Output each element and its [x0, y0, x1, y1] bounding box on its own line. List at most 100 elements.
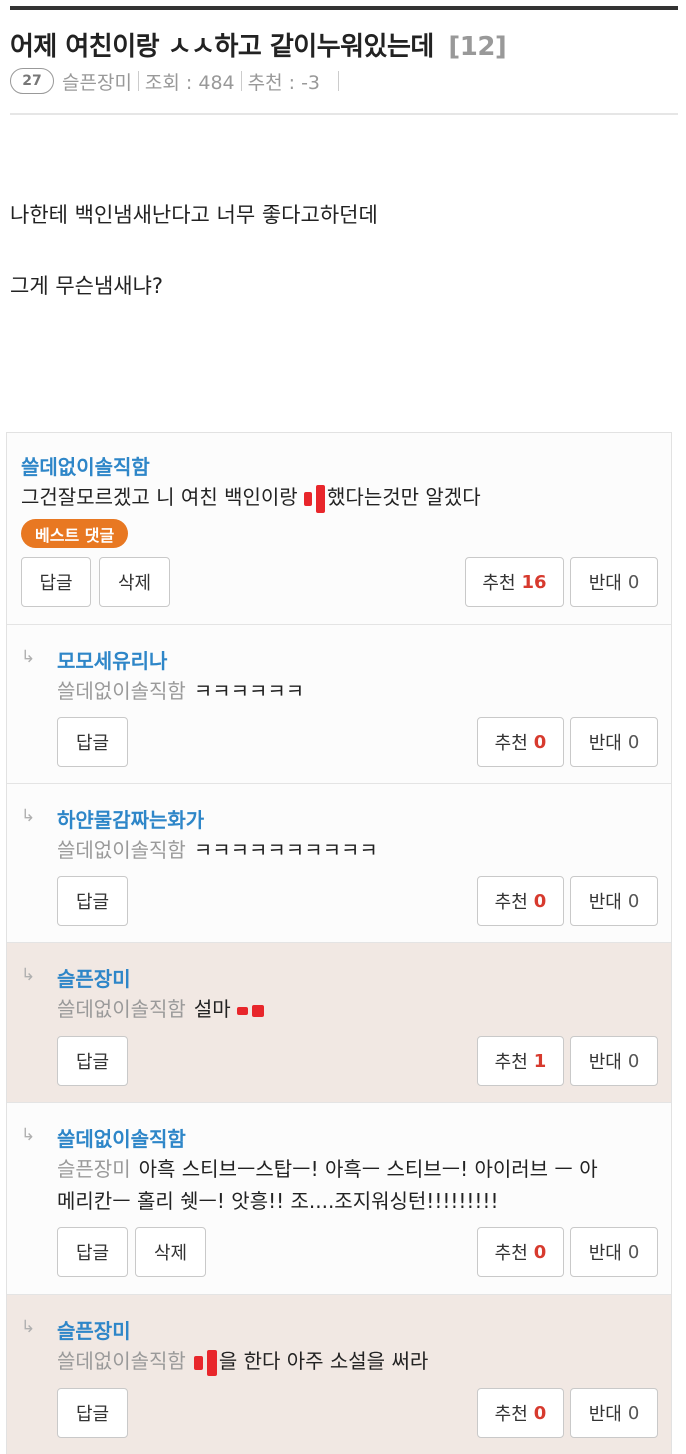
- upvote-button[interactable]: 추천 0: [477, 1227, 564, 1277]
- comment-text-part: 을 한다 아주 소설을 써라: [218, 1349, 429, 1373]
- comment-text-part: ㅋㅋㅋㅋㅋㅋㅋㅋㅋㅋ: [193, 838, 378, 862]
- delete-button[interactable]: 삭제: [135, 1227, 206, 1277]
- comment-author[interactable]: 슬픈장미: [57, 1315, 131, 1344]
- upvote-label: 추천: [494, 1243, 528, 1264]
- downvote-label: 반대: [588, 733, 622, 754]
- comment-author[interactable]: 하얀물감짜는화가: [57, 804, 204, 833]
- upvote-count: 1: [533, 1050, 547, 1072]
- comment-item: ↳ 모모세유리나 쓸데없이솔직함 ㅋㅋㅋㅋㅋㅋ 답글 추천 0 반대 0: [7, 625, 671, 784]
- comment-text: 쓸데없이솔직함 을 한다 아주 소설을 써라: [57, 1345, 428, 1377]
- upvote-count: 16: [521, 571, 547, 593]
- reply-mention: 쓸데없이솔직함: [57, 1349, 186, 1373]
- upvote-button[interactable]: 추천 0: [477, 876, 564, 926]
- comment-author[interactable]: 모모세유리나: [57, 645, 167, 674]
- downvote-button[interactable]: 반대 0: [570, 557, 658, 607]
- reply-button[interactable]: 답글: [21, 557, 91, 607]
- reply-mention: 쓸데없이솔직함: [57, 997, 186, 1021]
- comment-item: ↳ 하얀물감짜는화가 쓸데없이솔직함 ㅋㅋㅋㅋㅋㅋㅋㅋㅋㅋ 답글 추천 0 반대 0: [7, 784, 671, 943]
- upvote-count: 0: [533, 731, 547, 753]
- comment-text: 쓸데없이솔직함 설마: [57, 993, 264, 1025]
- reply-arrow-icon: ↳: [21, 1125, 36, 1145]
- comment-text: 쓸데없이솔직함 ㅋㅋㅋㅋㅋㅋ: [57, 675, 304, 707]
- censor-mark: [193, 1355, 203, 1370]
- downvote-count: 0: [627, 731, 640, 753]
- post-author[interactable]: 슬픈장미: [62, 68, 132, 95]
- post-title-text: 어제 여친이랑 ㅅㅅ하고 같이누워있는데: [10, 32, 434, 62]
- comment-text-line: 슬픈장미 아흑 스티브ㅡ스탑ㅡ! 아흑ㅡ 스티브ㅡ! 아이러브 ㅡ 아: [57, 1153, 598, 1185]
- censor-mark: [316, 484, 326, 513]
- upvote-count: 0: [533, 1241, 547, 1263]
- comment-text-part: 했다는것만 알겠다: [327, 485, 481, 509]
- comment-item: ↳ 슬픈장미 쓸데없이솔직함 설마 답글 추천 1 반대 0: [7, 943, 671, 1103]
- comment-text-part: 아흑 스티브ㅡ스탑ㅡ! 아흑ㅡ 스티브ㅡ! 아이러브 ㅡ 아: [138, 1157, 598, 1181]
- best-comment-badge: 베스트 댓글: [21, 519, 129, 548]
- comment-author[interactable]: 쓸데없이솔직함: [21, 451, 150, 480]
- reply-arrow-icon: ↳: [21, 965, 36, 985]
- downvote-count: 0: [627, 571, 640, 593]
- downvote-label: 반대: [588, 573, 622, 594]
- vote-count: 추천 : -3: [247, 71, 321, 94]
- comment-text-part: 설마: [193, 997, 237, 1021]
- level-badge: 27: [10, 68, 54, 94]
- downvote-label: 반대: [588, 892, 622, 913]
- downvote-button[interactable]: 반대 0: [570, 1036, 658, 1086]
- reply-mention: 쓸데없이솔직함: [57, 679, 186, 703]
- reply-mention: 쓸데없이솔직함: [57, 838, 186, 862]
- upvote-label: 추천: [482, 573, 516, 594]
- upvote-button[interactable]: 추천 1: [477, 1036, 564, 1086]
- comment-text-part: ㅋㅋㅋㅋㅋㅋ: [193, 679, 305, 703]
- upvote-button[interactable]: 추천 0: [477, 1388, 564, 1438]
- reply-arrow-icon: ↳: [21, 647, 36, 667]
- upvote-count: 0: [533, 1402, 547, 1424]
- post-title: 어제 여친이랑 ㅅㅅ하고 같이누워있는데 [12]: [10, 26, 507, 63]
- downvote-label: 반대: [588, 1052, 622, 1073]
- comment-item: ↳ 쓸데없이솔직함 슬픈장미 아흑 스티브ㅡ스탑ㅡ! 아흑ㅡ 스티브ㅡ! 아이러브…: [7, 1103, 671, 1295]
- reply-button[interactable]: 답글: [57, 876, 128, 926]
- reply-arrow-icon: ↳: [21, 1317, 36, 1337]
- post-body-line: 나한테 백인냄새난다고 너무 좋다고하던데: [10, 203, 378, 227]
- upvote-label: 추천: [494, 892, 528, 913]
- delete-button[interactable]: 삭제: [99, 557, 170, 607]
- meta-divider: [137, 71, 139, 91]
- reply-button[interactable]: 답글: [57, 717, 128, 767]
- post-meta: 27 슬픈장미 조회 : 484 추천 : -3: [10, 67, 345, 95]
- downvote-label: 반대: [588, 1404, 622, 1425]
- comment-text-part: 그건잘모르겠고 니 여친 백인이랑: [21, 485, 305, 509]
- comment-author[interactable]: 슬픈장미: [57, 963, 131, 992]
- upvote-label: 추천: [494, 1052, 528, 1073]
- comment-text: 그건잘모르겠고 니 여친 백인이랑 했다는것만 알겠다: [21, 481, 481, 513]
- comment-item: ↳ 슬픈장미 쓸데없이솔직함 을 한다 아주 소설을 써라 답글 추천 0 반대 0: [7, 1295, 671, 1454]
- comment-list: 쓸데없이솔직함 그건잘모르겠고 니 여친 백인이랑 했다는것만 알겠다 베스트 …: [6, 432, 672, 1454]
- post-body-line: 그게 무슨냄새냐?: [10, 274, 164, 298]
- downvote-count: 0: [627, 1050, 640, 1072]
- downvote-button[interactable]: 반대 0: [570, 1227, 658, 1277]
- upvote-button[interactable]: 추천 16: [465, 557, 564, 607]
- censor-mark: [304, 491, 313, 506]
- upvote-button[interactable]: 추천 0: [477, 717, 564, 767]
- comment-author[interactable]: 쓸데없이솔직함: [57, 1123, 186, 1152]
- reply-button[interactable]: 답글: [57, 1036, 128, 1086]
- reply-button[interactable]: 답글: [57, 1227, 128, 1277]
- upvote-count: 0: [533, 890, 547, 912]
- downvote-button[interactable]: 반대 0: [570, 876, 658, 926]
- downvote-button[interactable]: 반대 0: [570, 717, 658, 767]
- upvote-label: 추천: [494, 733, 528, 754]
- meta-divider: [338, 71, 340, 91]
- downvote-button[interactable]: 반대 0: [570, 1388, 658, 1438]
- meta-divider: [240, 71, 242, 91]
- reply-mention: 슬픈장미: [57, 1157, 131, 1181]
- censor-mark: [251, 1004, 264, 1017]
- downvote-label: 반대: [588, 1243, 622, 1264]
- reply-button[interactable]: 답글: [57, 1388, 128, 1438]
- downvote-count: 0: [627, 1402, 640, 1424]
- downvote-count: 0: [627, 1241, 640, 1263]
- upvote-label: 추천: [494, 1404, 528, 1425]
- top-rule: [10, 6, 678, 10]
- reply-arrow-icon: ↳: [21, 806, 36, 826]
- header-divider: [10, 113, 678, 115]
- comment-text: 쓸데없이솔직함 ㅋㅋㅋㅋㅋㅋㅋㅋㅋㅋ: [57, 834, 378, 866]
- censor-mark: [206, 1349, 217, 1376]
- comment-item: 쓸데없이솔직함 그건잘모르겠고 니 여친 백인이랑 했다는것만 알겠다 베스트 …: [7, 433, 671, 625]
- downvote-count: 0: [627, 890, 640, 912]
- comment-count: [12]: [448, 32, 507, 62]
